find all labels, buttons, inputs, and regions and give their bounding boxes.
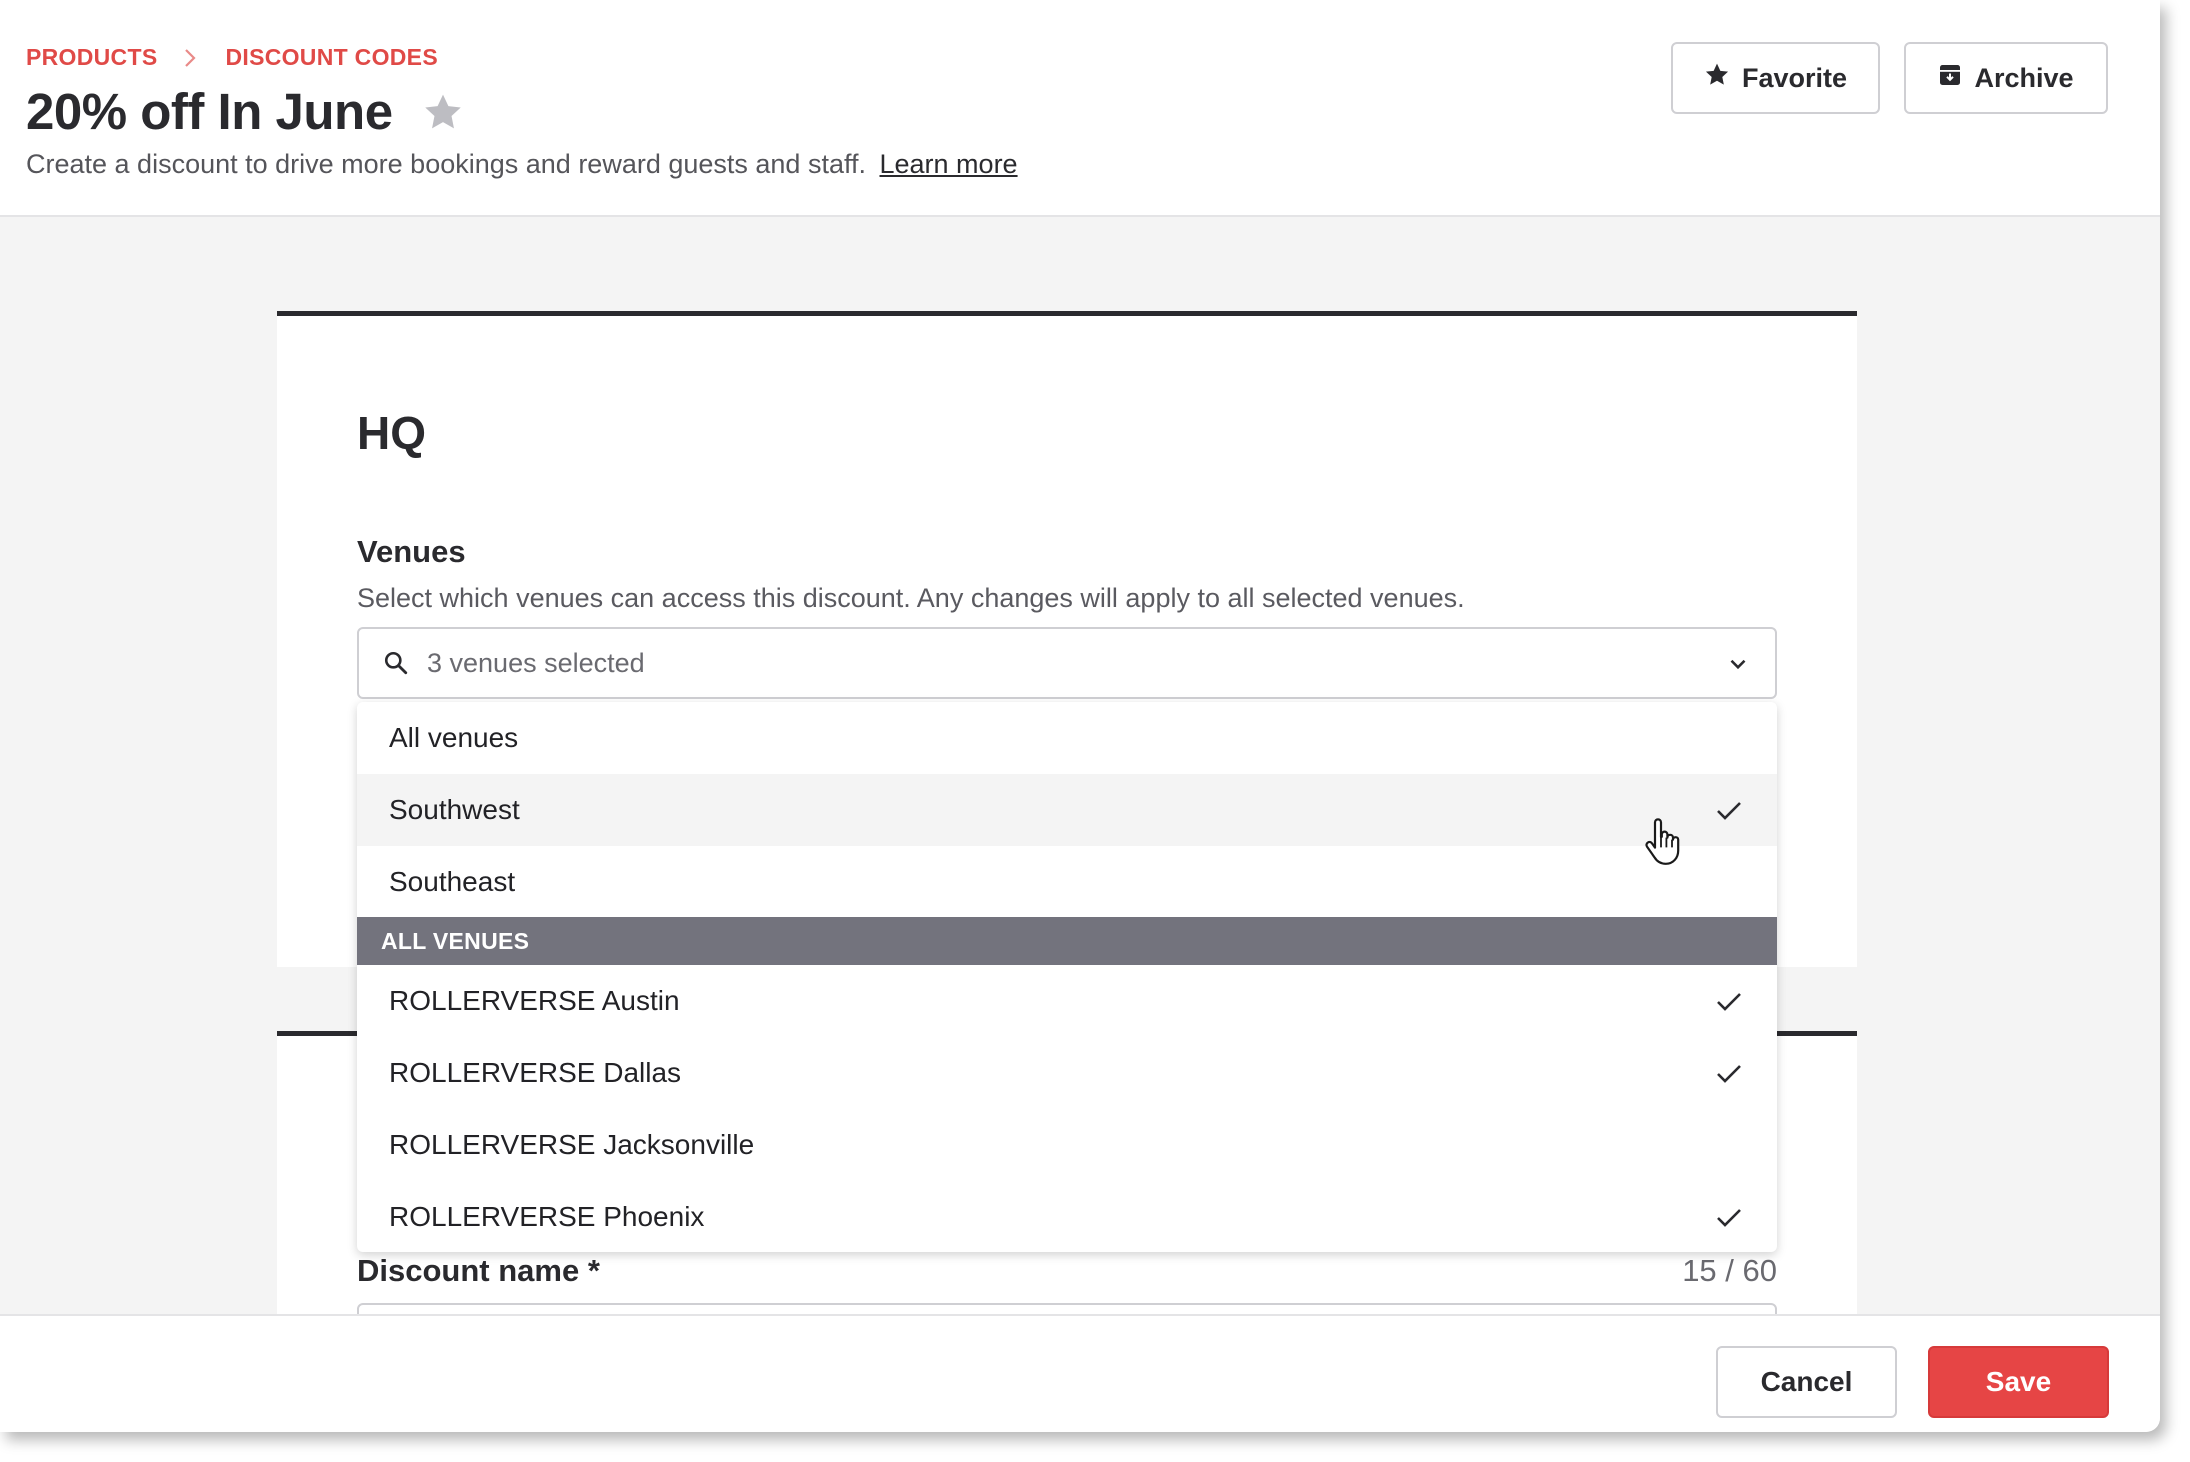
card-title: HQ (357, 407, 426, 459)
option-label: Southeast (389, 866, 516, 897)
check-icon (1715, 1061, 1743, 1085)
option-southwest[interactable]: Southwest (357, 774, 1777, 846)
breadcrumb: PRODUCTS DISCOUNT CODES (26, 44, 438, 71)
venues-dropdown: All venues Southwest Southeast ALL VENUE… (357, 702, 1777, 1252)
star-icon[interactable] (421, 90, 465, 134)
app-window: PRODUCTS DISCOUNT CODES 20% off In June … (0, 0, 2160, 1432)
option-label: ROLLERVERSE Phoenix (389, 1201, 705, 1232)
option-all-venues[interactable]: All venues (357, 702, 1777, 774)
venues-select[interactable]: 3 venues selected (357, 627, 1777, 699)
search-icon (383, 648, 413, 678)
venues-help-text: Select which venues can access this disc… (357, 583, 1465, 613)
archive-button-label: Archive (1974, 62, 2074, 93)
title-row: 20% off In June (26, 82, 465, 141)
option-label: All venues (389, 722, 519, 753)
option-southeast[interactable]: Southeast (357, 846, 1777, 918)
archive-button[interactable]: Archive (1904, 42, 2108, 114)
check-icon (1715, 989, 1743, 1013)
option-rollerverse-dallas[interactable]: ROLLERVERSE Dallas (357, 1037, 1777, 1109)
option-label: Southwest (389, 794, 520, 825)
learn-more-link[interactable]: Learn more (880, 149, 1018, 179)
subtitle-text: Create a discount to drive more bookings… (26, 149, 866, 179)
option-rollerverse-austin[interactable]: ROLLERVERSE Austin (357, 965, 1777, 1037)
chevron-right-icon (179, 47, 201, 69)
page-title: 20% off In June (26, 83, 393, 140)
check-icon (1715, 798, 1743, 822)
option-label: ROLLERVERSE Austin (389, 985, 680, 1016)
hand-cursor-icon (1643, 818, 1683, 866)
archive-icon (1938, 63, 1962, 94)
breadcrumb-products-link[interactable]: PRODUCTS (26, 44, 157, 71)
discount-name-label: Discount name * (357, 1253, 600, 1288)
option-label: ROLLERVERSE Jacksonville (389, 1129, 755, 1160)
cancel-button[interactable]: Cancel (1716, 1346, 1897, 1418)
star-icon (1704, 62, 1730, 94)
page-header: PRODUCTS DISCOUNT CODES 20% off In June … (0, 0, 2160, 217)
favorite-button-label: Favorite (1741, 62, 1848, 93)
option-rollerverse-phoenix[interactable]: ROLLERVERSE Phoenix (357, 1181, 1777, 1252)
option-label: ROLLERVERSE Dallas (389, 1057, 682, 1088)
option-rollerverse-jacksonville[interactable]: ROLLERVERSE Jacksonville (357, 1109, 1777, 1181)
group-header-all-venues: ALL VENUES (357, 917, 1777, 965)
page-footer: Cancel Save (0, 1314, 2160, 1432)
venues-select-value: 3 venues selected (427, 647, 645, 678)
page-subtitle: Create a discount to drive more bookings… (26, 149, 1018, 180)
venues-label: Venues (357, 534, 466, 569)
discount-name-char-count: 15 / 60 (1682, 1253, 1777, 1288)
breadcrumb-discount-codes-link[interactable]: DISCOUNT CODES (225, 44, 438, 71)
check-icon (1715, 1205, 1743, 1229)
chevron-down-icon (1725, 651, 1751, 677)
favorite-button[interactable]: Favorite (1671, 42, 1880, 114)
save-button[interactable]: Save (1928, 1346, 2109, 1418)
